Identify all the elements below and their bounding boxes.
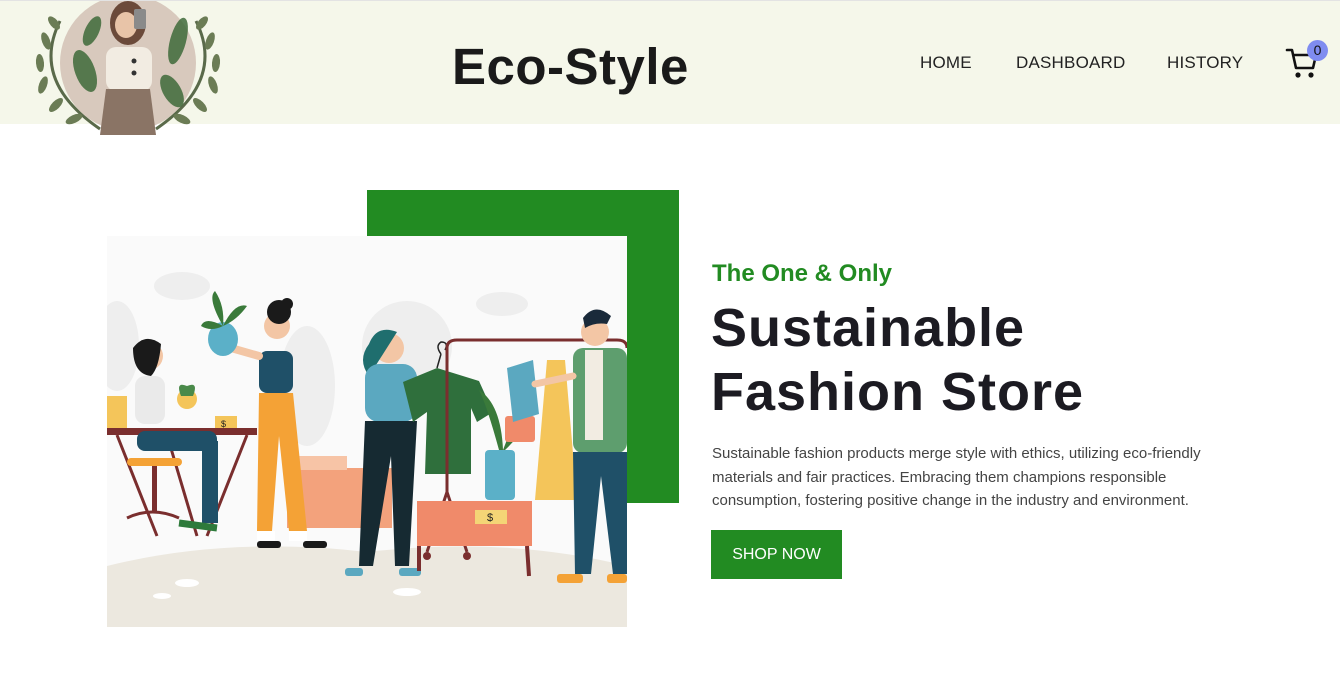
logo-avatar[interactable] (30, 1, 226, 135)
nav-home[interactable]: HOME (920, 53, 972, 73)
hero-description: Sustainable fashion products merge style… (712, 445, 1201, 509)
shopping-illustration: $ $ (107, 236, 627, 627)
svg-text:$: $ (487, 512, 493, 524)
nav-dashboard[interactable]: DASHBOARD (1016, 53, 1126, 73)
site-header: Eco-Style HOME DASHBOARD HISTORY 0 (0, 0, 1340, 135)
nav-history[interactable]: HISTORY (1167, 53, 1243, 73)
brand-title: Eco-Style (452, 38, 689, 95)
cart-count-badge: 0 (1307, 40, 1328, 61)
cart-button[interactable]: 0 (1285, 40, 1333, 81)
svg-text:$: $ (221, 419, 226, 429)
hero-title: Sustainable Fashion Store (711, 296, 1084, 424)
hero-tagline: The One & Only (712, 260, 893, 287)
shop-now-button[interactable]: SHOP NOW (711, 530, 842, 579)
hero-title-line-2: Fashion Store (711, 362, 1085, 422)
hero-title-line-1: Sustainable (711, 298, 1026, 358)
